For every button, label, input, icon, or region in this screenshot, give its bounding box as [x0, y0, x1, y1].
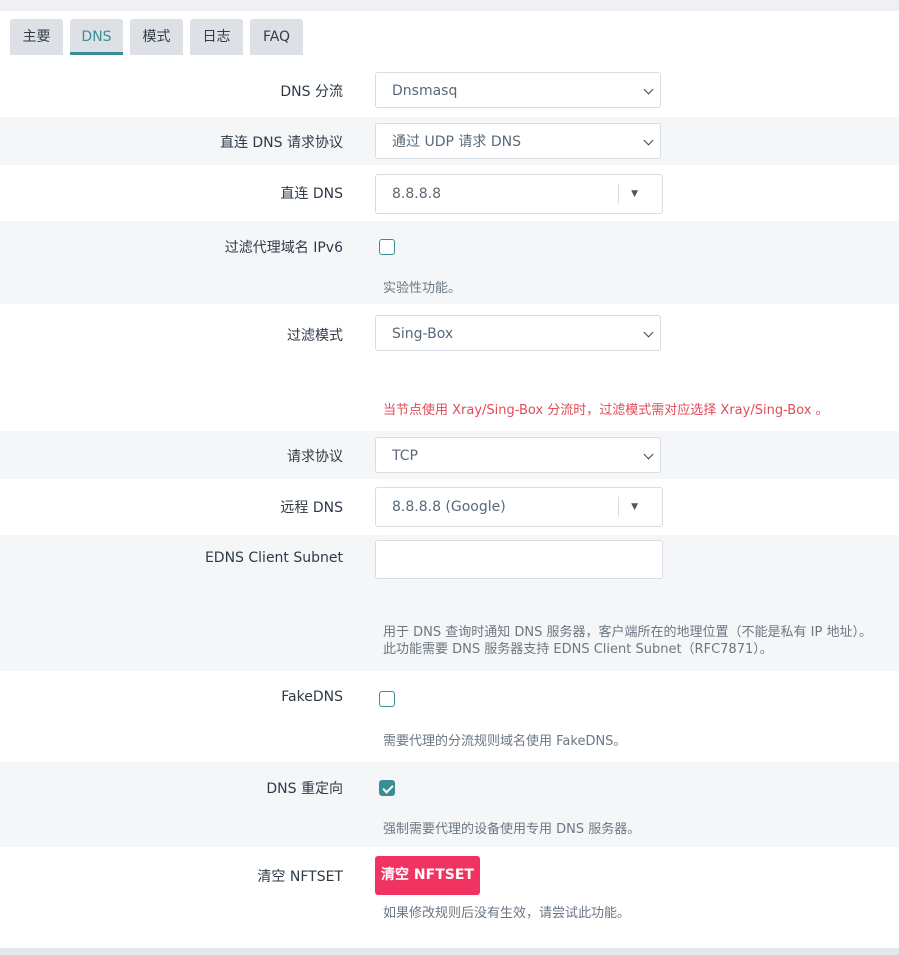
chevron-down-icon: [643, 327, 654, 338]
edns-label: EDNS Client Subnet: [204, 550, 343, 566]
clear-nftset-label: 清空 NFTSET: [257, 869, 343, 885]
row-request-protocol: 请求协议 TCP: [0, 431, 899, 479]
chevron-down-icon: [643, 135, 654, 146]
dns-settings-panel: 主要 DNS 模式 日志 FAQ DNS 分流 Dnsmasq 直连 DNS 请…: [0, 11, 899, 948]
clear-nftset-description: 如果修改规则后没有生效，请尝试此功能。: [383, 906, 631, 921]
request-protocol-label: 请求协议: [287, 449, 343, 465]
settings-page: 主要 DNS 模式 日志 FAQ DNS 分流 Dnsmasq 直连 DNS 请…: [0, 0, 899, 955]
row-fakedns: FakeDNS 需要代理的分流规则域名使用 FakeDNS。: [0, 671, 899, 762]
dns-shunt-value: Dnsmasq: [392, 83, 458, 99]
filter-ipv6-checkbox[interactable]: [379, 239, 395, 255]
bottom-bar: [0, 948, 899, 955]
dns-redirect-checkbox[interactable]: [379, 780, 395, 796]
fakedns-label: FakeDNS: [281, 689, 343, 705]
filter-mode-value: Sing-Box: [392, 326, 454, 342]
row-remote-dns: 远程 DNS 8.8.8.8 (Google) ▼: [0, 479, 899, 535]
row-direct-protocol: 直连 DNS 请求协议 通过 UDP 请求 DNS: [0, 117, 899, 165]
tab-main[interactable]: 主要: [10, 19, 63, 55]
row-clear-nftset: 清空 NFTSET 清空 NFTSET 如果修改规则后没有生效，请尝试此功能。: [0, 847, 899, 948]
dns-redirect-label: DNS 重定向: [266, 781, 343, 797]
remote-dns-value: 8.8.8.8 (Google): [392, 499, 506, 515]
edns-input[interactable]: [375, 540, 663, 579]
row-direct-dns: 直连 DNS 8.8.8.8 ▼: [0, 165, 899, 221]
request-protocol-value: TCP: [392, 448, 418, 464]
remote-dns-combobox[interactable]: 8.8.8.8 (Google) ▼: [375, 487, 663, 527]
chevron-down-icon: [643, 449, 654, 460]
row-edns-client-subnet: EDNS Client Subnet 用于 DNS 查询时通知 DNS 服务器，…: [0, 535, 899, 671]
chevron-down-icon: [643, 84, 654, 95]
caret-down-icon[interactable]: ▼: [631, 175, 638, 213]
direct-protocol-select[interactable]: 通过 UDP 请求 DNS: [375, 123, 661, 159]
dns-shunt-select[interactable]: Dnsmasq: [375, 72, 661, 108]
edns-description-line2: 此功能需要 DNS 服务器支持 EDNS Client Subnet（RFC78…: [383, 642, 773, 657]
filter-mode-select[interactable]: Sing-Box: [375, 315, 661, 351]
filter-mode-warning: 当节点使用 Xray/Sing-Box 分流时，过滤模式需对应选择 Xray/S…: [383, 403, 829, 418]
divider: [618, 184, 619, 204]
tab-dns[interactable]: DNS: [70, 19, 123, 55]
tab-log[interactable]: 日志: [190, 19, 243, 55]
filter-mode-label: 过滤模式: [287, 328, 343, 344]
checkmark-icon: [381, 781, 394, 794]
edns-description-line1: 用于 DNS 查询时通知 DNS 服务器，客户端所在的地理位置（不能是私有 IP…: [383, 625, 872, 640]
tab-faq[interactable]: FAQ: [250, 19, 303, 55]
dns-shunt-label: DNS 分流: [280, 84, 343, 100]
fakedns-checkbox[interactable]: [379, 691, 395, 707]
remote-dns-label: 远程 DNS: [280, 500, 343, 516]
divider: [618, 497, 619, 517]
row-dns-redirect: DNS 重定向 强制需要代理的设备使用专用 DNS 服务器。: [0, 762, 899, 847]
direct-dns-value: 8.8.8.8: [392, 186, 441, 202]
dns-redirect-description: 强制需要代理的设备使用专用 DNS 服务器。: [383, 822, 641, 837]
row-dns-shunt: DNS 分流 Dnsmasq: [0, 63, 899, 117]
filter-ipv6-label: 过滤代理域名 IPv6: [224, 240, 343, 256]
direct-protocol-label: 直连 DNS 请求协议: [219, 135, 343, 151]
direct-dns-combobox[interactable]: 8.8.8.8 ▼: [375, 174, 663, 214]
request-protocol-select[interactable]: TCP: [375, 437, 661, 473]
row-filter-mode: 过滤模式 Sing-Box 当节点使用 Xray/Sing-Box 分流时，过滤…: [0, 304, 899, 431]
row-filter-ipv6: 过滤代理域名 IPv6 实验性功能。: [0, 221, 899, 304]
caret-down-icon[interactable]: ▼: [631, 488, 638, 526]
top-bar: [0, 0, 899, 11]
tab-mode[interactable]: 模式: [130, 19, 183, 55]
clear-nftset-button[interactable]: 清空 NFTSET: [375, 856, 480, 895]
tab-bar: 主要 DNS 模式 日志 FAQ: [0, 11, 899, 56]
direct-protocol-value: 通过 UDP 请求 DNS: [392, 134, 521, 150]
direct-dns-label: 直连 DNS: [280, 186, 343, 202]
fakedns-description: 需要代理的分流规则域名使用 FakeDNS。: [383, 734, 627, 749]
filter-ipv6-description: 实验性功能。: [383, 281, 462, 296]
edns-description: 用于 DNS 查询时通知 DNS 服务器，客户端所在的地理位置（不能是私有 IP…: [383, 624, 872, 658]
